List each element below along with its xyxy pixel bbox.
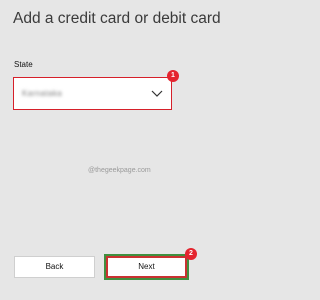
back-button[interactable]: Back — [14, 256, 95, 278]
step-badge-2: 2 — [185, 248, 197, 260]
next-button[interactable]: Next — [106, 256, 187, 278]
chevron-down-icon — [151, 90, 163, 97]
state-label: State — [14, 60, 33, 69]
page-title: Add a credit card or debit card — [13, 10, 221, 27]
step-badge-1: 1 — [167, 70, 179, 82]
watermark: @thegeekpage.com — [88, 167, 151, 174]
state-dropdown[interactable]: Karnataka — [13, 77, 172, 110]
state-selected-value: Karnataka — [22, 89, 63, 98]
